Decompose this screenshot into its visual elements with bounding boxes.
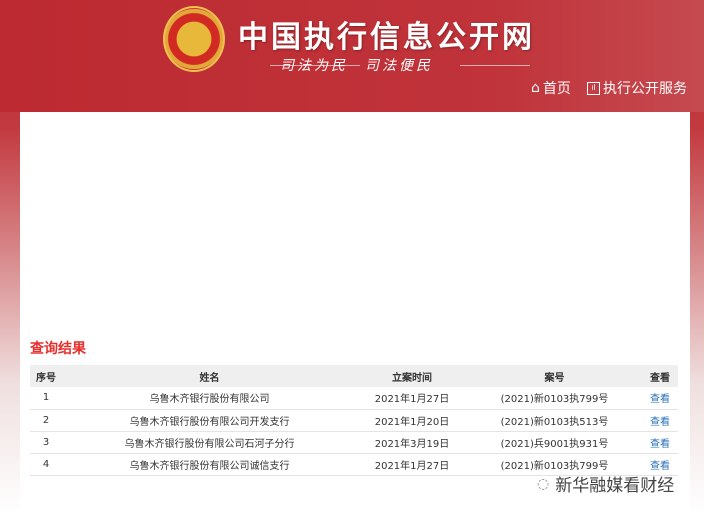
wechat-icon: ◌: [537, 475, 550, 492]
col-date: 立案时间: [357, 365, 467, 387]
slogan: 司法为民 司法便民: [280, 58, 433, 74]
table-row: 3 乌鲁木齐银行股份有限公司石河子分行 2021年3月19日 (2021)兵9001执…: [30, 431, 678, 454]
row-date: 2021年1月27日: [357, 453, 467, 476]
row-case-number: (2021)兵9001执931号: [467, 431, 642, 454]
col-case: 案号: [467, 365, 642, 387]
court-emblem-logo: [163, 6, 225, 72]
nav-home-label: 首页: [542, 81, 571, 97]
results-title: 查询结果: [30, 341, 86, 357]
nav-execution-service-label: 执行公开服务: [603, 81, 687, 97]
row-name: 乌鲁木齐银行股份有限公司石河子分行: [62, 431, 357, 454]
row-date: 2021年1月27日: [357, 387, 467, 410]
home-icon: ⌂: [531, 80, 540, 96]
site-header: 中国执行信息公开网 司法为民 司法便民 ⌂ 首页 ıl 执行公开服务: [0, 0, 704, 112]
row-case-number: (2021)新0103执799号: [467, 387, 642, 410]
nav-home[interactable]: ⌂ 首页: [531, 78, 571, 98]
row-name: 乌鲁木齐银行股份有限公司: [62, 387, 357, 410]
view-link[interactable]: 查看: [642, 409, 678, 432]
chart-icon: ıl: [587, 81, 600, 95]
row-date: 2021年3月19日: [357, 431, 467, 454]
row-no: 1: [30, 387, 62, 410]
view-link[interactable]: 查看: [642, 387, 678, 410]
nav-execution-service[interactable]: ıl 执行公开服务: [587, 78, 687, 98]
row-name: 乌鲁木齐银行股份有限公司开发支行: [62, 409, 357, 432]
col-view: 查看: [642, 365, 678, 387]
col-no: 序号: [30, 365, 62, 387]
row-no: 4: [30, 453, 62, 476]
row-case-number: (2021)新0103执513号: [467, 409, 642, 432]
row-date: 2021年1月20日: [357, 409, 467, 432]
site-title: 中国执行信息公开网: [238, 20, 535, 55]
table-header: 序号 姓名 立案时间 案号 查看: [30, 365, 678, 387]
row-name: 乌鲁木齐银行股份有限公司诚信支行: [62, 453, 357, 476]
view-link[interactable]: 查看: [642, 431, 678, 454]
row-no: 2: [30, 409, 62, 432]
watermark-text: 新华融媒看财经: [555, 476, 675, 496]
divider: [460, 65, 530, 66]
table-row: 2 乌鲁木齐银行股份有限公司开发支行 2021年1月20日 (2021)新0103执5…: [30, 409, 678, 432]
watermark: ◌ 新华融媒看财经: [537, 471, 675, 497]
results-table: 序号 姓名 立案时间 案号 查看 1 乌鲁木齐银行股份有限公司 2021年1月27日…: [30, 365, 678, 476]
table-row: 1 乌鲁木齐银行股份有限公司 2021年1月27日 (2021)新0103执799号查…: [30, 387, 678, 410]
col-name: 姓名: [62, 365, 357, 387]
row-no: 3: [30, 431, 62, 454]
